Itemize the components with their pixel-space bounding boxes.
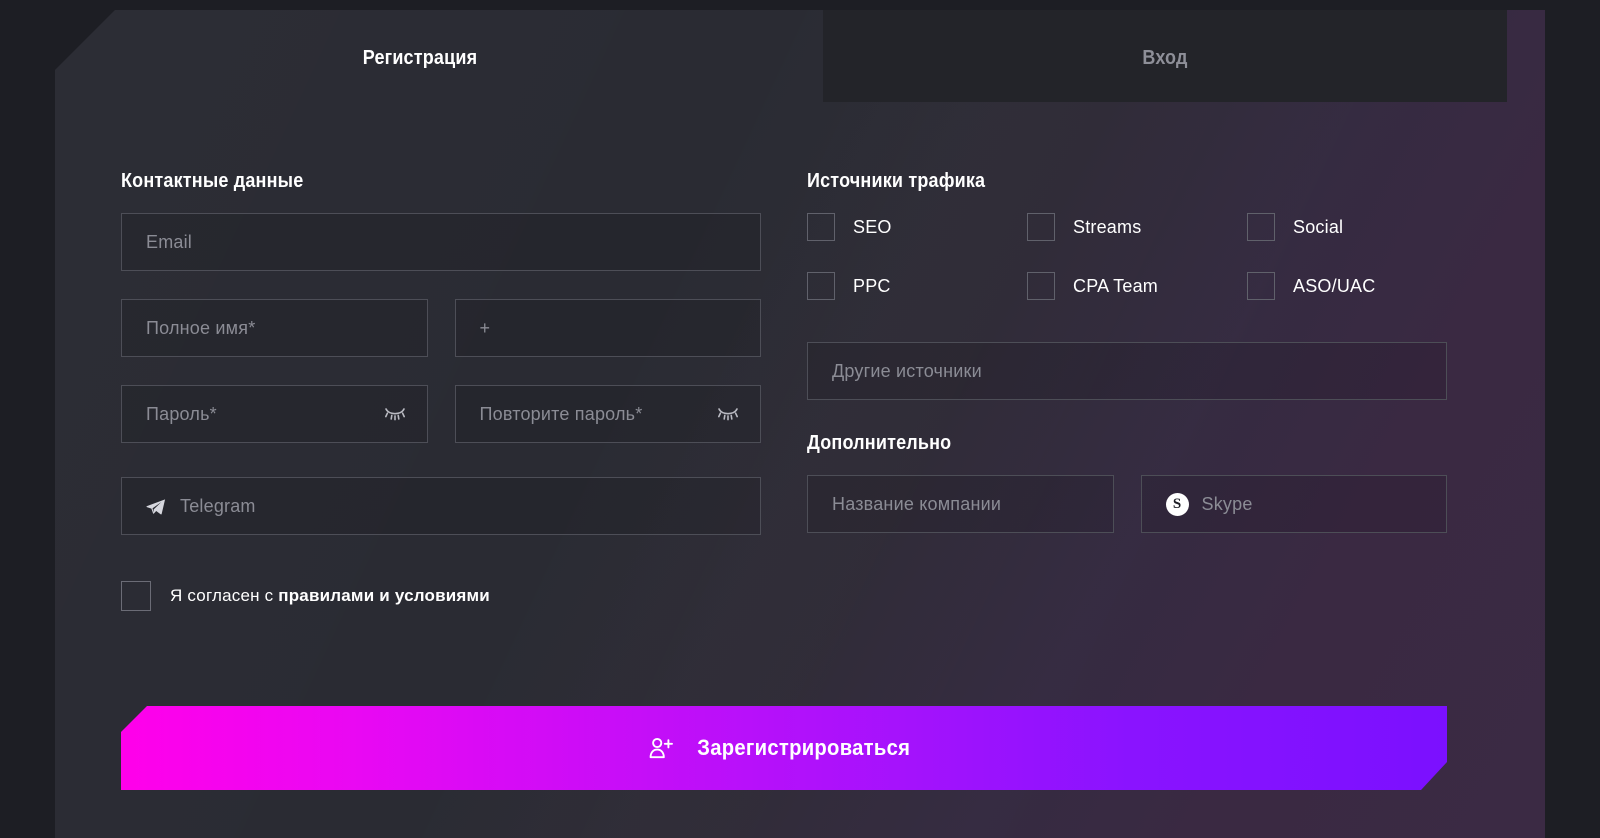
source-streams-checkbox[interactable] xyxy=(1027,213,1055,241)
source-social[interactable]: Social xyxy=(1247,213,1447,241)
additional-row: Название компании S Skype xyxy=(807,475,1447,533)
source-ppc[interactable]: PPC xyxy=(807,272,1027,300)
password-field[interactable]: Пароль* xyxy=(121,385,428,443)
source-cpa-team-checkbox[interactable] xyxy=(1027,272,1055,300)
other-sources-field[interactable]: Другие источники xyxy=(807,342,1447,400)
source-social-checkbox[interactable] xyxy=(1247,213,1275,241)
source-cpa-team[interactable]: CPA Team xyxy=(1027,272,1247,300)
source-aso-uac[interactable]: ASO/UAC xyxy=(1247,272,1447,300)
terms-prefix: Я согласен с xyxy=(170,586,279,605)
register-button-label: Зарегистрироваться xyxy=(697,735,910,760)
terms-link[interactable]: правилами и условиями xyxy=(278,586,490,605)
terms-checkbox[interactable] xyxy=(121,581,151,611)
contact-details-column: Контактные данные Email Полное имя* + Па… xyxy=(121,170,761,611)
phone-field[interactable]: + xyxy=(454,299,761,357)
submit-area: Зарегистрироваться xyxy=(121,706,1447,790)
telegram-field[interactable]: Telegram xyxy=(121,477,761,535)
skype-field[interactable]: S Skype xyxy=(1140,475,1447,533)
phone-placeholder: + xyxy=(479,317,491,338)
password-repeat-field[interactable]: Повторите пароль* xyxy=(454,385,761,443)
traffic-sources-column: Источники трафика SEO Streams Social PPC xyxy=(807,170,1447,533)
registration-screen: Вход Регистрация Контактные данные Email… xyxy=(0,0,1600,838)
email-placeholder: Email xyxy=(146,231,193,252)
company-name-field[interactable]: Название компании xyxy=(807,475,1114,533)
traffic-sources-title: Источники трафика xyxy=(807,170,986,192)
source-cpa-team-label: CPA Team xyxy=(1073,275,1158,296)
eye-off-icon[interactable] xyxy=(383,402,407,426)
source-seo-checkbox[interactable] xyxy=(807,213,835,241)
source-seo-label: SEO xyxy=(853,216,892,237)
fullname-placeholder: Полное имя* xyxy=(146,317,256,338)
telegram-placeholder: Telegram xyxy=(180,495,256,516)
contact-details-title: Контактные данные xyxy=(121,170,304,192)
eye-off-icon-repeat[interactable] xyxy=(716,402,740,426)
skype-icon: S xyxy=(1165,492,1189,516)
traffic-sources-grid: SEO Streams Social PPC CPA Team ASO/UAC xyxy=(807,213,1447,300)
source-ppc-label: PPC xyxy=(853,275,891,296)
password-placeholder: Пароль* xyxy=(146,403,217,424)
register-button[interactable]: Зарегистрироваться xyxy=(121,706,1447,790)
password-repeat-placeholder: Повторите пароль* xyxy=(479,403,643,424)
source-seo[interactable]: SEO xyxy=(807,213,1027,241)
terms-text: Я согласен с правилами и условиями xyxy=(170,586,490,606)
other-sources-placeholder: Другие источники xyxy=(832,360,982,381)
source-ppc-checkbox[interactable] xyxy=(807,272,835,300)
terms-row: Я согласен с правилами и условиями xyxy=(121,581,761,611)
telegram-icon xyxy=(146,498,166,515)
email-field[interactable]: Email xyxy=(121,213,761,271)
fullname-field[interactable]: Полное имя* xyxy=(121,299,428,357)
source-streams[interactable]: Streams xyxy=(1027,213,1247,241)
form-content: Контактные данные Email Полное имя* + Па… xyxy=(0,0,1600,838)
company-name-placeholder: Название компании xyxy=(832,493,1002,514)
password-row: Пароль* Повторите пароль* xyxy=(121,385,761,443)
source-streams-label: Streams xyxy=(1073,216,1142,237)
name-phone-row: Полное имя* + xyxy=(121,299,761,357)
source-aso-uac-label: ASO/UAC xyxy=(1293,275,1376,296)
source-social-label: Social xyxy=(1293,216,1344,237)
skype-placeholder: Skype xyxy=(1201,493,1253,514)
additional-title: Дополнительно xyxy=(807,432,952,454)
user-plus-icon xyxy=(649,737,674,759)
source-aso-uac-checkbox[interactable] xyxy=(1247,272,1275,300)
